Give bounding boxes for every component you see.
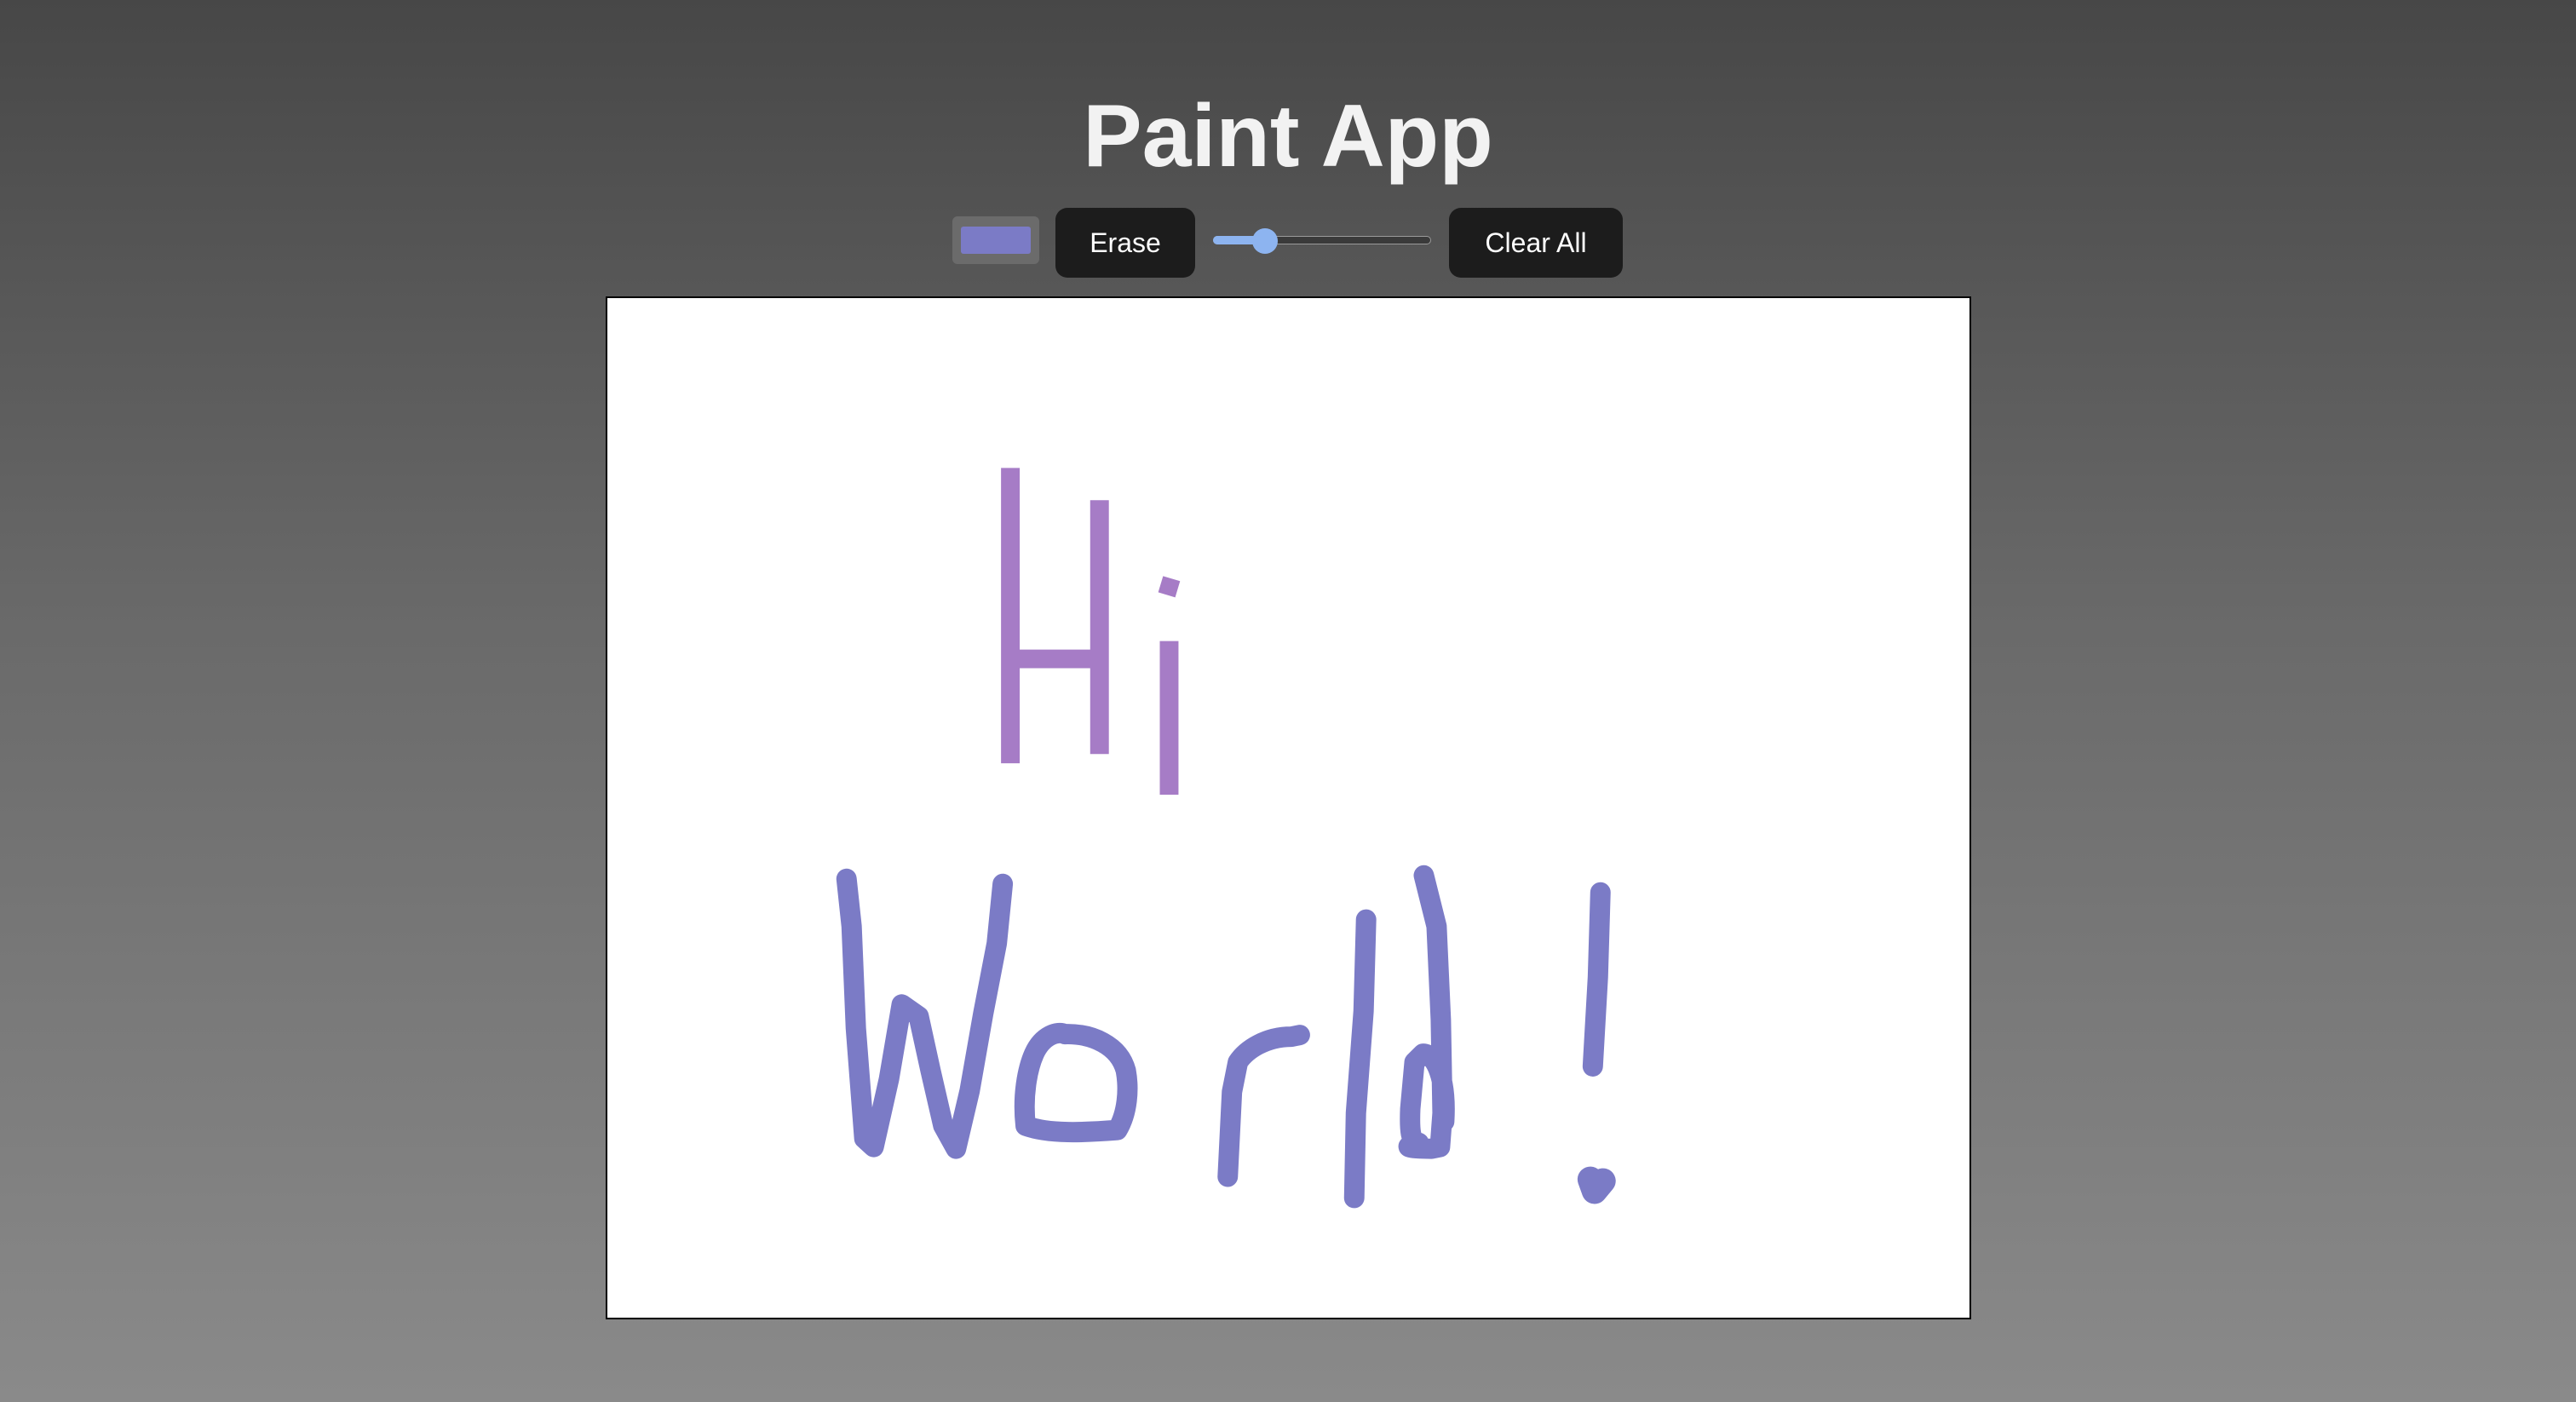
paint-app: Paint App Erase Clear All [0, 0, 2576, 1402]
clear-all-button[interactable]: Clear All [1449, 208, 1623, 278]
color-swatch [961, 227, 1031, 254]
stroke-d [1398, 865, 1455, 1159]
canvas-drawing [836, 468, 1616, 1209]
page-title: Paint App [1083, 87, 1493, 186]
drawing-canvas[interactable] [606, 296, 1971, 1319]
stroke-i-dot [1158, 576, 1181, 598]
stroke-o [1014, 1022, 1138, 1143]
stroke-world [836, 865, 1616, 1209]
erase-button[interactable]: Erase [1055, 208, 1195, 278]
stroke-exclaim-dot [1577, 1166, 1616, 1204]
stroke-l [1343, 909, 1377, 1209]
stroke-w [836, 868, 1014, 1159]
stroke-hi [1001, 468, 1181, 796]
stroke-r [1217, 1025, 1310, 1187]
stroke-exclaim [1582, 882, 1611, 1077]
color-picker[interactable] [952, 216, 1039, 264]
brush-size-slider[interactable] [1213, 228, 1431, 254]
toolbar: Erase Clear All [0, 208, 2576, 279]
slider-thumb[interactable] [1252, 228, 1278, 254]
